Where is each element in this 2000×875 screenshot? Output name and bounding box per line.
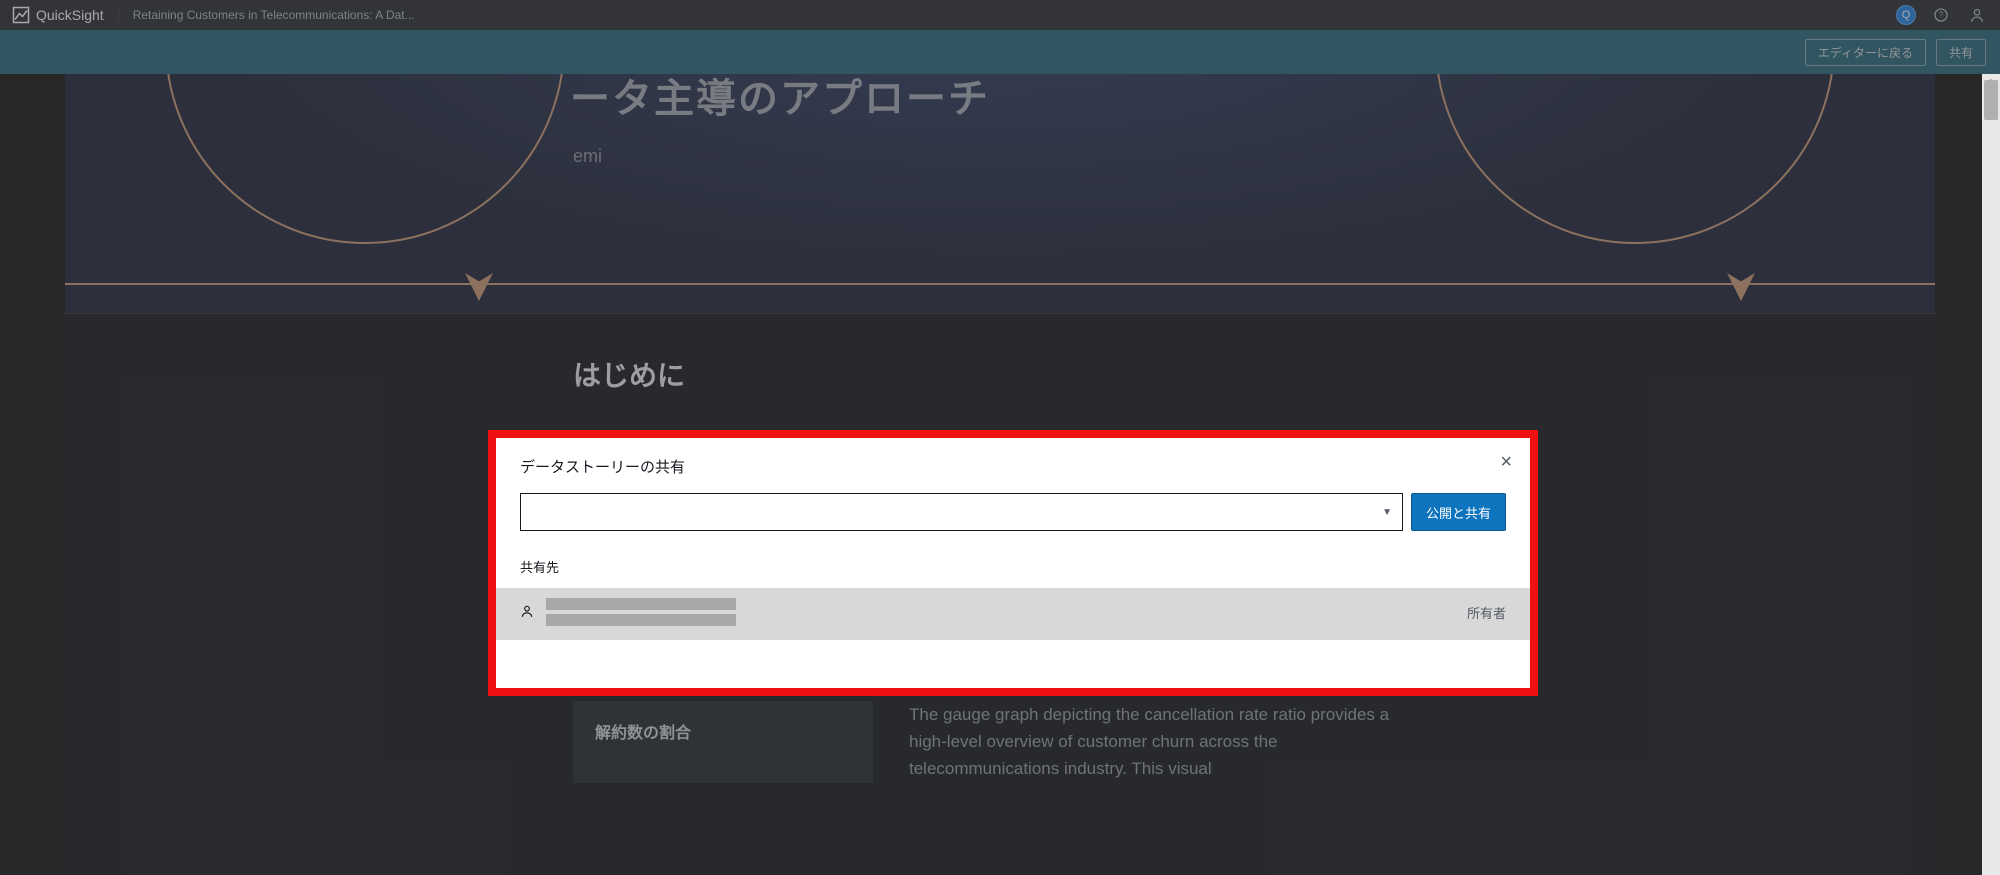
redacted-line [546, 614, 736, 626]
share-target-input[interactable] [531, 504, 1392, 520]
person-icon [520, 604, 534, 621]
close-icon[interactable]: × [1500, 452, 1512, 472]
redacted-user-info [546, 598, 736, 626]
scrollbar-thumb[interactable] [1984, 80, 1998, 120]
share-input-row: ▼ 公開と共有 [520, 493, 1506, 531]
share-entry-row: 所有者 [496, 588, 1530, 640]
modal-title: データストーリーの共有 [520, 456, 1506, 477]
share-role: 所有者 [1467, 603, 1506, 622]
chevron-down-icon[interactable]: ▼ [1382, 507, 1392, 518]
redacted-line [546, 598, 736, 610]
vertical-scrollbar[interactable]: ▲ [1982, 74, 2000, 875]
share-modal: データストーリーの共有 × ▼ 公開と共有 共有先 所有者 [496, 438, 1530, 688]
share-modal-highlight-frame: データストーリーの共有 × ▼ 公開と共有 共有先 所有者 [488, 430, 1538, 696]
share-target-combo[interactable]: ▼ [520, 493, 1403, 531]
shared-with-label: 共有先 [520, 557, 1506, 576]
publish-share-button[interactable]: 公開と共有 [1411, 493, 1506, 531]
